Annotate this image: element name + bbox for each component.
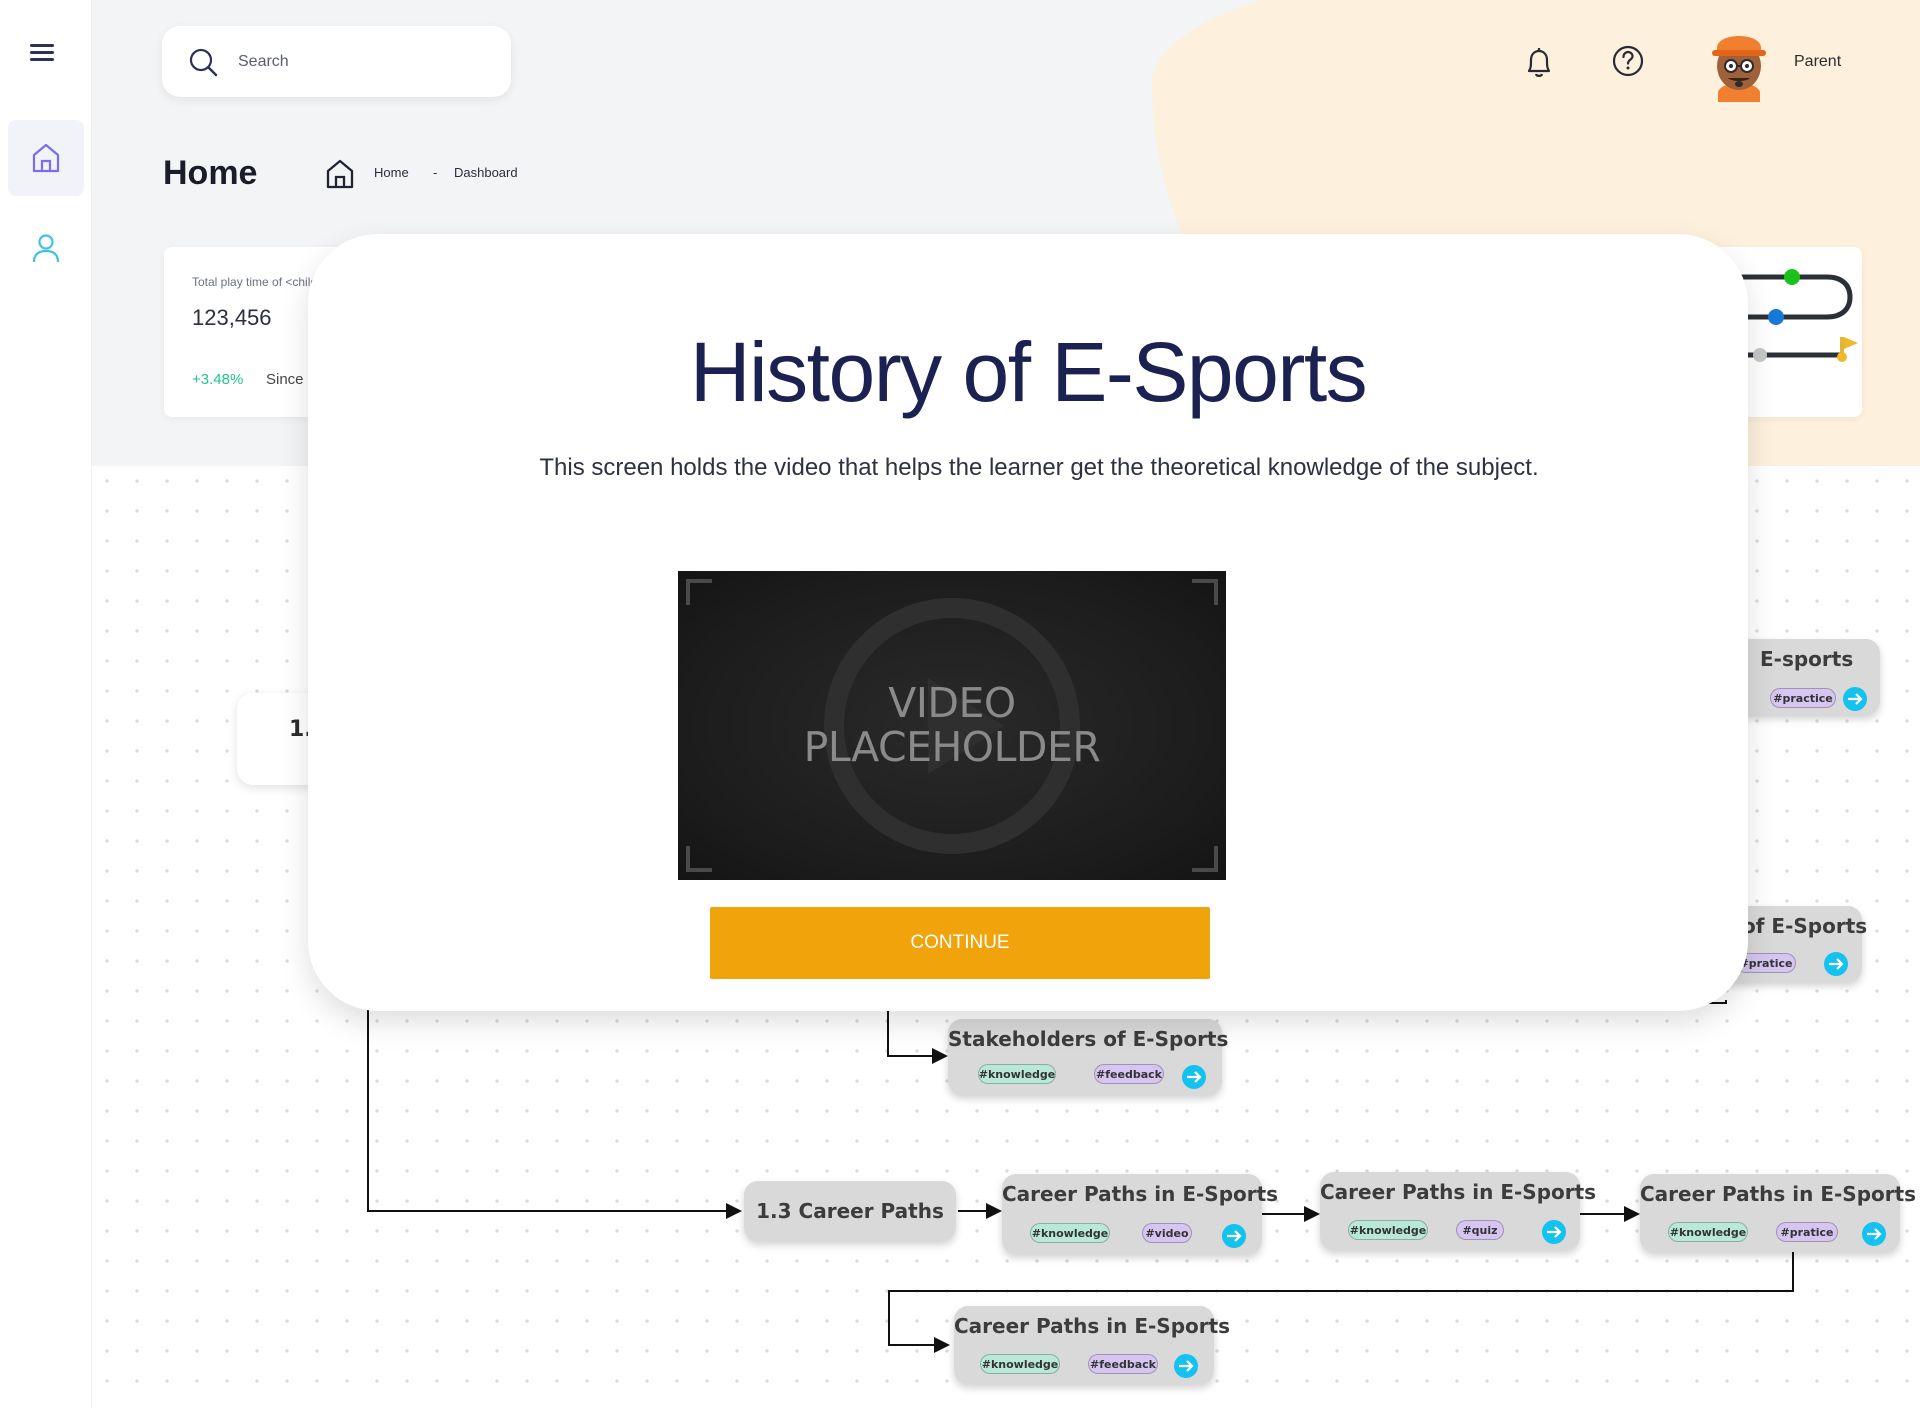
arrow-right-icon [1848,693,1863,705]
tag-knowledge: #knowledge [1668,1222,1748,1242]
arrow-right-icon [1547,1226,1562,1238]
continue-button[interactable]: CONTINUE [710,907,1210,979]
arrow-right-icon [1179,1360,1194,1372]
open-node-button[interactable] [1843,687,1867,711]
tag-knowledge: #knowledge [1348,1220,1428,1240]
frame-corner [1192,579,1218,605]
arrow-right-icon [1867,1228,1882,1240]
node-title: Stakeholders of E-Sports [948,1027,1229,1051]
flow-node-career-paths[interactable]: Career Paths in E-Sports #knowledge #pra… [1640,1174,1917,1252]
video-text-line: VIDEO [888,679,1016,727]
open-node-button[interactable] [1862,1222,1886,1246]
video-text-line: PLACEHOLDER [803,723,1101,771]
tag-practice: #pratice [1776,1222,1838,1242]
node-title: E-sports [1760,647,1854,671]
tag-knowledge: #knowledge [980,1354,1060,1374]
frame-corner [1192,846,1218,872]
open-node-button[interactable] [1182,1065,1206,1089]
node-title: Career Paths in E-Sports [1640,1182,1917,1206]
node-title: Career Paths in E-Sports [1002,1182,1279,1206]
tag-feedback: #feedback [1088,1354,1158,1374]
tag-feedback: #feedback [1094,1064,1164,1084]
lesson-node-career-paths[interactable]: 1.3 Career Paths [744,1181,956,1241]
tag-knowledge: #knowledge [978,1064,1056,1084]
open-node-button[interactable] [1824,952,1848,976]
node-title: Career Paths in E-Sports [954,1314,1231,1338]
arrow-right-icon [1227,1230,1242,1242]
node-title: Career Paths in E-Sports [1320,1180,1597,1204]
flow-node-career-paths[interactable]: Career Paths in E-Sports #knowledge #qui… [1320,1172,1597,1250]
arrow-right-icon [1187,1071,1202,1083]
tag-video: #video [1142,1223,1192,1243]
flow-node-stakeholders[interactable]: Stakeholders of E-Sports #knowledge #fee… [948,1019,1229,1095]
lesson-modal: History of E-Sports This screen holds th… [308,234,1748,1011]
tag-practice: #practice [1770,688,1836,708]
open-node-button[interactable] [1174,1354,1198,1378]
modal-title: History of E-Sports [689,325,1368,419]
frame-corner [686,846,712,872]
arrow-right-icon [1829,958,1844,970]
node-title: of E-Sports [1742,914,1868,938]
modal-description: This screen holds the video that helps t… [539,454,1539,481]
tag-knowledge: #knowledge [1030,1223,1110,1243]
flow-node-career-paths[interactable]: Career Paths in E-Sports #knowledge #vid… [1002,1174,1279,1254]
video-player[interactable]: VIDEO PLACEHOLDER [678,571,1226,880]
open-node-button[interactable] [1222,1224,1246,1248]
frame-corner [686,579,712,605]
open-node-button[interactable] [1542,1220,1566,1244]
video-placeholder-text: VIDEO PLACEHOLDER [678,681,1226,769]
flow-node-career-paths[interactable]: Career Paths in E-Sports #knowledge #fee… [954,1306,1231,1384]
tag-quiz: #quiz [1456,1220,1504,1240]
